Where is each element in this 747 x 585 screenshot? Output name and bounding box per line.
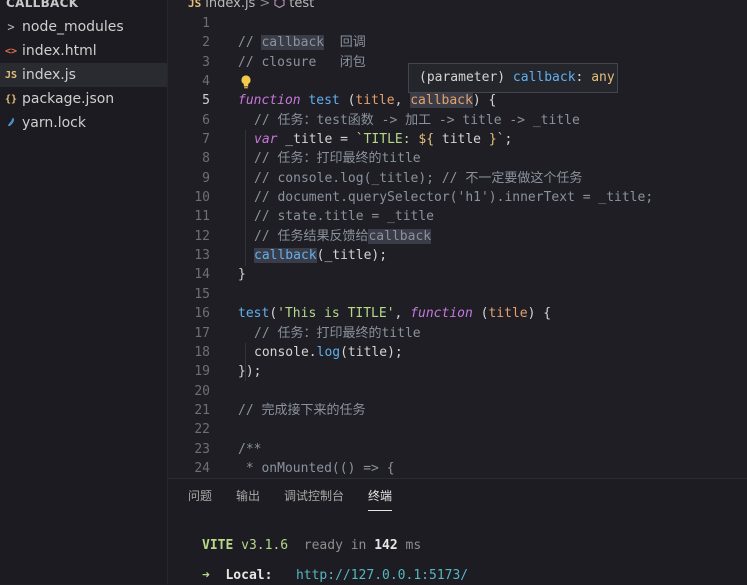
hover-tooltip: (parameter) callback: any [408, 63, 618, 93]
code-line[interactable]: 23/** [168, 440, 747, 459]
line-number: 12 [194, 228, 210, 244]
line-number: 18 [194, 344, 210, 360]
file-label: package.json [22, 91, 115, 107]
code-line[interactable]: 9// console.log(_title); // 不一定要做这个任务 [168, 169, 747, 188]
code-line[interactable]: 15 [168, 285, 747, 304]
code-line[interactable]: 22 [168, 420, 747, 439]
code-line[interactable]: 7 var _title = `TITLE: ${ title }`; [168, 130, 747, 149]
code-line[interactable]: 8// 任务：打印最终的title [168, 149, 747, 168]
tab-output[interactable]: 输出 [236, 487, 260, 511]
breadcrumb: JS index.js > test [188, 0, 314, 11]
line-number: 19 [194, 364, 210, 380]
lightbulb-icon[interactable] [240, 74, 252, 90]
code-line[interactable]: 24 * onMounted(() => { [168, 459, 747, 478]
js-file-icon: JS [188, 0, 202, 10]
terminal-line-local: ➜ Local: http://127.0.0.1:5173/ [202, 568, 469, 583]
line-number: 3 [202, 54, 210, 70]
code-line[interactable]: 1 [168, 14, 747, 33]
tab-terminal[interactable]: 终端 [368, 487, 393, 511]
file-item-package-json[interactable]: {} package.json [0, 87, 167, 111]
line-number: 23 [194, 441, 210, 457]
terminal-line-vite: VITE v3.1.6 ready in 142 ms [202, 538, 422, 553]
line-number: 20 [194, 383, 210, 399]
file-item-node-modules[interactable]: > node_modules [0, 15, 167, 39]
function-symbol-icon [274, 0, 285, 11]
js-file-icon: JS [4, 69, 18, 81]
code-line[interactable]: 11// state.title = _title [168, 207, 747, 226]
json-file-icon: {} [4, 93, 18, 105]
file-label: index.html [22, 43, 97, 59]
code-line[interactable]: 17// 任务：打印最终的title [168, 324, 747, 343]
html-file-icon: <> [4, 45, 18, 57]
breadcrumb-symbol[interactable]: test [289, 0, 314, 11]
line-number: 24 [194, 460, 210, 476]
yarn-file-icon [2, 116, 20, 131]
code-line[interactable]: 12// 任务结果反馈给callback [168, 227, 747, 246]
breadcrumb-separator: > [259, 0, 271, 11]
code-line[interactable]: 2// callback 回调 [168, 33, 747, 52]
file-label: node_modules [22, 19, 124, 35]
explorer-folder-title[interactable]: CALLBACK [6, 0, 78, 10]
code-line[interactable]: 13 callback(_title); [168, 246, 747, 265]
panel-tabs: 问题 输出 调试控制台 终端 [188, 487, 416, 511]
code-editor[interactable]: JS index.js > test 1 2// callback 回调 3//… [168, 0, 747, 478]
chevron-right-icon: > [7, 20, 15, 34]
breadcrumb-file[interactable]: index.js [205, 0, 255, 11]
code-line[interactable]: 18 console.log(title); [168, 343, 747, 362]
line-number: 7 [202, 132, 210, 148]
tab-problems[interactable]: 问题 [188, 487, 212, 511]
file-item-index-html[interactable]: <> index.html [0, 39, 167, 63]
line-number: 5 [202, 93, 210, 109]
line-number: 4 [202, 74, 210, 90]
explorer-sidebar: CALLBACK > node_modules <> index.html JS… [0, 0, 168, 584]
file-item-yarn-lock[interactable]: yarn.lock [0, 111, 167, 135]
line-number: 21 [194, 402, 210, 418]
line-number: 22 [194, 422, 210, 438]
line-number: 10 [194, 190, 210, 206]
local-url-link[interactable]: http://127.0.0.1:5173/ [296, 568, 468, 583]
line-number: 1 [202, 16, 210, 31]
code-line[interactable]: 10// document.querySelector('h1').innerT… [168, 188, 747, 207]
line-number: 14 [194, 267, 210, 283]
line-number: 6 [202, 112, 210, 128]
code-line[interactable]: 6// 任务：test函数 -> 加工 -> title -> _title [168, 111, 747, 130]
line-number: 15 [194, 286, 210, 302]
file-label: yarn.lock [22, 115, 86, 131]
line-number: 16 [194, 306, 210, 322]
line-number: 11 [194, 209, 210, 225]
arrow-icon: ➜ [202, 568, 210, 583]
line-number: 8 [202, 151, 210, 167]
code-line[interactable]: 19}); [168, 362, 747, 381]
code-line[interactable]: 20 [168, 382, 747, 401]
line-number: 17 [194, 325, 210, 341]
file-label: index.js [22, 67, 76, 83]
file-item-index-js[interactable]: JS index.js [0, 63, 167, 87]
line-number: 13 [194, 248, 210, 264]
bottom-panel: 问题 输出 调试控制台 终端 VITE v3.1.6 ready in 142 … [168, 478, 747, 585]
line-number: 9 [202, 170, 210, 186]
tab-debug-console[interactable]: 调试控制台 [284, 487, 344, 511]
code-line[interactable]: 21// 完成接下来的任务 [168, 401, 747, 420]
code-line[interactable]: 5 function test (title, callback) { [168, 91, 747, 110]
code-line[interactable]: 14} [168, 265, 747, 284]
code-line[interactable]: 16 test('This is TITLE', function (title)… [168, 304, 747, 323]
line-number: 2 [202, 35, 210, 51]
